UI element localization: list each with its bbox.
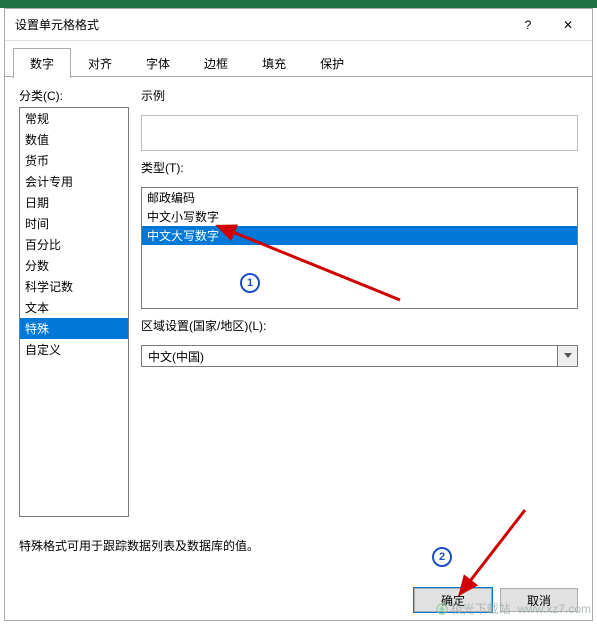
category-panel: 分类(C): 常规数值货币会计专用日期时间百分比分数科学记数文本特殊自定义 bbox=[19, 87, 129, 517]
dialog-footer: 确定 取消 bbox=[19, 588, 578, 612]
close-button[interactable]: ✕ bbox=[548, 11, 588, 39]
type-list[interactable]: 邮政编码中文小写数字中文大写数字 bbox=[141, 187, 578, 309]
tab-填充[interactable]: 填充 bbox=[245, 48, 303, 78]
type-item[interactable]: 邮政编码 bbox=[142, 188, 577, 207]
tab-边框[interactable]: 边框 bbox=[187, 48, 245, 78]
tab-strip: 数字对齐字体边框填充保护 bbox=[5, 41, 592, 77]
cancel-button[interactable]: 取消 bbox=[500, 588, 578, 612]
format-cells-dialog: 设置单元格格式 ? ✕ 数字对齐字体边框填充保护 分类(C): 常规数值货币会计… bbox=[4, 8, 593, 621]
type-label: 类型(T): bbox=[141, 159, 578, 176]
category-item[interactable]: 货币 bbox=[20, 150, 128, 171]
detail-panel: 示例 类型(T): 邮政编码中文小写数字中文大写数字 区域设置(国家/地区)(L… bbox=[141, 87, 578, 517]
sample-box bbox=[141, 115, 578, 151]
dialog-title: 设置单元格格式 bbox=[15, 16, 99, 33]
category-item[interactable]: 常规 bbox=[20, 108, 128, 129]
dialog-body: 分类(C): 常规数值货币会计专用日期时间百分比分数科学记数文本特殊自定义 示例… bbox=[5, 77, 592, 620]
category-item[interactable]: 自定义 bbox=[20, 339, 128, 360]
category-item[interactable]: 日期 bbox=[20, 192, 128, 213]
tab-对齐[interactable]: 对齐 bbox=[71, 48, 129, 78]
tab-数字[interactable]: 数字 bbox=[13, 48, 71, 78]
category-item[interactable]: 数值 bbox=[20, 129, 128, 150]
category-list[interactable]: 常规数值货币会计专用日期时间百分比分数科学记数文本特殊自定义 bbox=[19, 107, 129, 517]
category-item[interactable]: 会计专用 bbox=[20, 171, 128, 192]
type-item[interactable]: 中文大写数字 bbox=[142, 226, 577, 245]
locale-select[interactable]: 中文(中国) bbox=[141, 345, 578, 367]
category-item[interactable]: 分数 bbox=[20, 255, 128, 276]
category-item[interactable]: 百分比 bbox=[20, 234, 128, 255]
category-item[interactable]: 时间 bbox=[20, 213, 128, 234]
ok-button[interactable]: 确定 bbox=[414, 588, 492, 612]
locale-dropdown-button[interactable] bbox=[558, 345, 578, 367]
category-item[interactable]: 特殊 bbox=[20, 318, 128, 339]
tab-字体[interactable]: 字体 bbox=[129, 48, 187, 78]
tab-保护[interactable]: 保护 bbox=[303, 48, 361, 78]
locale-value: 中文(中国) bbox=[141, 345, 558, 367]
app-ribbon bbox=[0, 0, 597, 8]
locale-label: 区域设置(国家/地区)(L): bbox=[141, 317, 578, 334]
type-item[interactable]: 中文小写数字 bbox=[142, 207, 577, 226]
category-label: 分类(C): bbox=[19, 87, 129, 104]
chevron-down-icon bbox=[564, 353, 572, 359]
category-item[interactable]: 科学记数 bbox=[20, 276, 128, 297]
upper-pane: 分类(C): 常规数值货币会计专用日期时间百分比分数科学记数文本特殊自定义 示例… bbox=[19, 87, 578, 517]
sample-label: 示例 bbox=[141, 87, 578, 104]
window-buttons: ? ✕ bbox=[508, 11, 588, 39]
description-text: 特殊格式可用于跟踪数据列表及数据库的值。 bbox=[19, 537, 578, 554]
help-button[interactable]: ? bbox=[508, 11, 548, 39]
titlebar: 设置单元格格式 ? ✕ bbox=[5, 9, 592, 41]
category-item[interactable]: 文本 bbox=[20, 297, 128, 318]
